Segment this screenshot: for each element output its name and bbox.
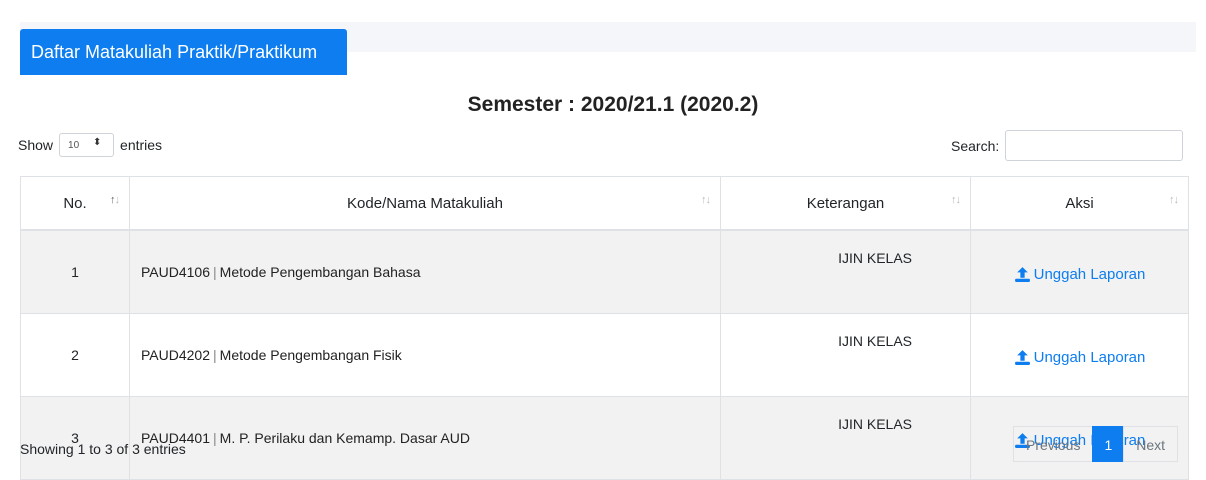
- upload-report-button[interactable]: Unggah Laporan: [1014, 349, 1145, 366]
- row-keterangan: IJIN KELAS: [720, 396, 971, 480]
- row-course: PAUD4106 | Metode Pengembangan Bahasa: [129, 229, 721, 314]
- table-row: 2 PAUD4202 | Metode Pengembangan Fisik IJI…: [20, 313, 1189, 397]
- tab-daftar-matakuliah[interactable]: Daftar Matakuliah Praktik/Praktikum: [20, 29, 347, 75]
- pagination: Previous 1 Next: [1013, 426, 1179, 462]
- search-label: Search:: [951, 137, 1000, 154]
- length-menu: Show 10 ⬍ entries: [18, 133, 162, 157]
- page-1-button[interactable]: 1: [1092, 426, 1125, 462]
- previous-button[interactable]: Previous: [1013, 426, 1094, 462]
- table-info: Showing 1 to 3 of 3 entries: [20, 441, 186, 457]
- upload-report-button[interactable]: Unggah Laporan: [1014, 266, 1145, 283]
- sort-icon: ↑↓: [701, 194, 711, 206]
- row-no: 2: [20, 313, 130, 397]
- course-name: Metode Pengembangan Fisik: [219, 347, 402, 363]
- header-keterangan[interactable]: Keterangan ↑↓: [720, 176, 971, 231]
- table-row: 1 PAUD4106 | Metode Pengembangan Bahasa IJ…: [20, 229, 1189, 314]
- row-keterangan: IJIN KELAS: [720, 229, 971, 314]
- course-code: PAUD4106: [141, 264, 211, 280]
- upload-icon: [1014, 350, 1030, 365]
- sort-icon: ↑↓: [1169, 194, 1179, 206]
- sort-icon: ↑↓: [110, 194, 120, 206]
- header-no[interactable]: No. ↑↓: [20, 176, 130, 231]
- row-keterangan: IJIN KELAS: [720, 313, 971, 397]
- row-no: 3: [20, 396, 130, 480]
- show-label: Show: [18, 137, 54, 153]
- course-name: Metode Pengembangan Bahasa: [219, 264, 421, 280]
- semester-title: Semester : 2020/21.1 (2020.2): [467, 93, 759, 116]
- search-input[interactable]: [1005, 130, 1184, 161]
- entries-select[interactable]: 10: [59, 133, 115, 157]
- next-button[interactable]: Next: [1123, 426, 1179, 462]
- sort-icon: ↑↓: [951, 194, 961, 206]
- row-no: 1: [20, 229, 130, 314]
- row-course: PAUD4401 | M. P. Perilaku dan Kemamp. Dasa…: [129, 396, 721, 480]
- row-course: PAUD4202 | Metode Pengembangan Fisik: [129, 313, 721, 397]
- course-code: PAUD4202: [141, 347, 211, 363]
- header-aksi[interactable]: Aksi ↑↓: [970, 176, 1189, 231]
- search-box: Search:: [951, 130, 1184, 161]
- course-name: M. P. Perilaku dan Kemamp. Dasar AUD: [219, 430, 470, 446]
- entries-label: entries: [120, 137, 163, 153]
- upload-icon: [1014, 267, 1030, 282]
- table-header-row: No. ↑↓ Kode/Nama Matakuliah ↑↓ Keterangan ↑…: [20, 176, 1189, 231]
- header-kode[interactable]: Kode/Nama Matakuliah ↑↓: [129, 176, 721, 231]
